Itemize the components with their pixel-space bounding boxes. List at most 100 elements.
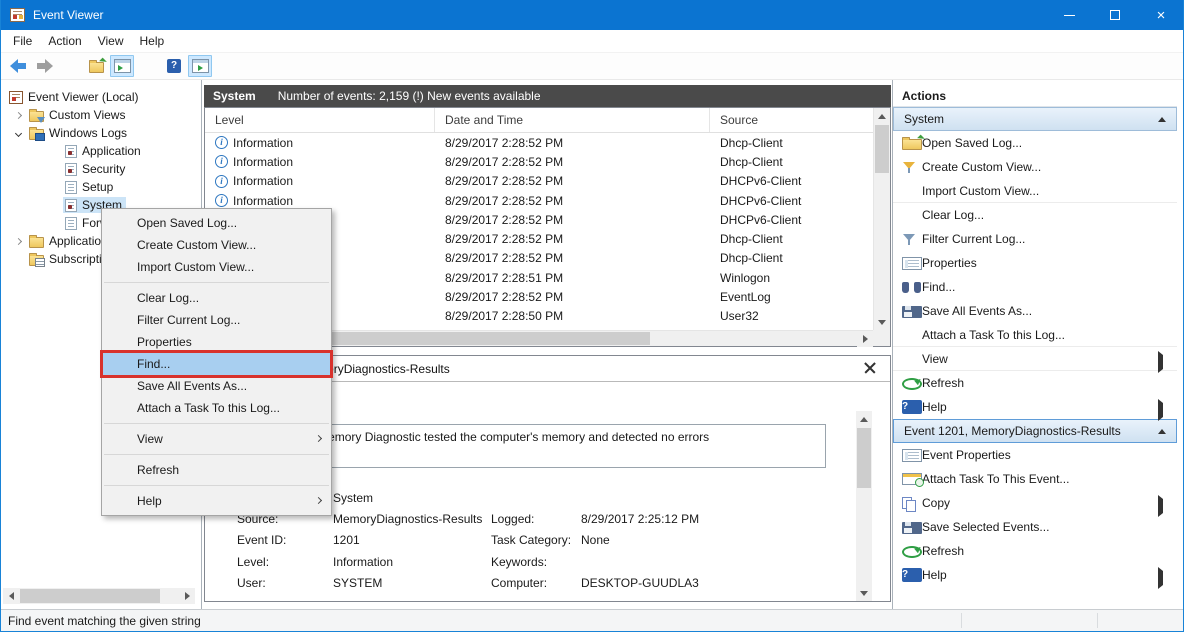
event-row[interactable]: Information 8/29/2017 2:28:52 PM Dhcp-Cl… xyxy=(205,133,873,152)
context-menu-item[interactable] xyxy=(102,481,331,490)
menu-item-label: Open Saved Log... xyxy=(137,216,237,230)
menubar-item[interactable]: File xyxy=(5,31,40,51)
context-menu-item[interactable]: Save All Events As... xyxy=(102,375,331,397)
actions-section-system[interactable]: System xyxy=(893,107,1177,131)
context-menu-item[interactable]: Refresh xyxy=(102,459,331,481)
event-row[interactable]: Information 8/29/2017 2:28:52 PM DHCPv6-… xyxy=(205,172,873,191)
tree-horizontal-scrollbar[interactable] xyxy=(3,588,195,604)
forward-button[interactable] xyxy=(32,55,56,77)
scrollbar-thumb[interactable] xyxy=(857,428,871,488)
tree-expander[interactable] xyxy=(9,131,27,136)
maximize-button[interactable] xyxy=(1092,0,1138,30)
context-menu-item[interactable]: Open Saved Log... xyxy=(102,212,331,234)
collapse-icon[interactable] xyxy=(1158,429,1166,434)
minimize-button[interactable] xyxy=(1046,0,1092,30)
scroll-up-icon[interactable] xyxy=(874,108,890,124)
menu-item-label: Properties xyxy=(137,335,192,349)
scroll-right-icon[interactable] xyxy=(179,588,195,604)
action-item[interactable]: Save Selected Events... xyxy=(893,515,1177,539)
context-menu-item[interactable]: Attach a Task To this Log... xyxy=(102,397,331,419)
action-item[interactable]: View xyxy=(893,347,1177,371)
table-vertical-scrollbar[interactable] xyxy=(873,108,890,330)
tree-item-icon xyxy=(65,163,77,176)
action-icon xyxy=(902,139,922,150)
action-icon xyxy=(902,449,922,462)
action-item[interactable]: Event Properties xyxy=(893,443,1177,467)
action-item[interactable]: Help xyxy=(893,563,1177,587)
action-icon xyxy=(902,497,922,510)
action-label: Open Saved Log... xyxy=(922,136,1022,150)
scrollbar-thumb[interactable] xyxy=(875,125,889,173)
toolbar-icon xyxy=(167,59,181,73)
scroll-down-icon[interactable] xyxy=(874,314,890,330)
column-header-level[interactable]: Level xyxy=(205,108,435,132)
action-item[interactable]: Clear Log... xyxy=(893,203,1177,227)
action-label: Create Custom View... xyxy=(922,160,1041,174)
action-item[interactable]: Copy xyxy=(893,491,1177,515)
column-header-source[interactable]: Source xyxy=(710,108,873,132)
context-menu-item[interactable]: Import Custom View... xyxy=(102,256,331,278)
log-name: System xyxy=(213,89,256,103)
event-source: DHCPv6-Client xyxy=(720,194,801,208)
collapse-icon[interactable] xyxy=(1158,117,1166,122)
scroll-right-icon[interactable] xyxy=(857,331,873,347)
action-icon xyxy=(902,568,922,582)
tree-item[interactable]: Security xyxy=(1,160,201,178)
scroll-left-icon[interactable] xyxy=(3,588,19,604)
action-item[interactable]: Properties xyxy=(893,251,1177,275)
tree-expander[interactable] xyxy=(9,239,27,244)
context-menu-item[interactable]: Create Custom View... xyxy=(102,234,331,256)
toolbar-button[interactable] xyxy=(136,55,160,77)
context-menu-item[interactable]: Help xyxy=(102,490,331,512)
action-item[interactable]: Filter Current Log... xyxy=(893,227,1177,251)
show-hide-action-pane-button[interactable] xyxy=(188,55,212,77)
tree-item[interactable]: Windows Logs xyxy=(1,124,201,142)
details-vertical-scrollbar[interactable] xyxy=(856,411,872,601)
field-label: Computer: xyxy=(491,576,581,590)
context-menu-item[interactable]: Filter Current Log... xyxy=(102,309,331,331)
menubar-item[interactable]: Help xyxy=(132,31,173,51)
show-hide-console-tree-button[interactable] xyxy=(110,55,134,77)
log-event-count: Number of events: 2,159 (!) New events a… xyxy=(278,89,541,103)
action-item[interactable]: Help xyxy=(893,395,1177,419)
action-item[interactable]: Create Custom View... xyxy=(893,155,1177,179)
help-button[interactable] xyxy=(162,55,186,77)
context-menu-item[interactable]: View xyxy=(102,428,331,450)
event-source: Dhcp-Client xyxy=(720,232,783,246)
table-header-row: Level Date and Time Source xyxy=(205,108,873,133)
tree-item[interactable]: Setup xyxy=(1,178,201,196)
action-item[interactable]: Refresh xyxy=(893,371,1177,395)
toolbar-icon xyxy=(114,59,131,73)
context-menu-item[interactable] xyxy=(102,450,331,459)
tree-item[interactable]: Event Viewer (Local) xyxy=(1,88,201,106)
scroll-down-icon[interactable] xyxy=(856,585,872,601)
context-menu-item[interactable]: Clear Log... xyxy=(102,287,331,309)
tree-item[interactable]: Custom Views xyxy=(1,106,201,124)
context-menu-item[interactable] xyxy=(102,278,331,287)
close-button[interactable]: × xyxy=(1138,0,1184,30)
scroll-up-icon[interactable] xyxy=(856,411,872,427)
scrollbar-thumb[interactable] xyxy=(20,589,160,603)
tree-expander[interactable] xyxy=(9,113,27,118)
action-item[interactable]: Refresh xyxy=(893,539,1177,563)
event-source: Winlogon xyxy=(720,271,770,285)
actions-section-event[interactable]: Event 1201, MemoryDiagnostics-Results xyxy=(893,419,1177,443)
back-button[interactable] xyxy=(6,55,30,77)
action-item[interactable]: Open Saved Log... xyxy=(893,131,1177,155)
title-bar: Event Viewer × xyxy=(0,0,1184,30)
action-item[interactable]: Attach a Task To this Log... xyxy=(893,323,1177,347)
action-item[interactable]: Attach Task To This Event... xyxy=(893,467,1177,491)
tree-item[interactable]: Application xyxy=(1,142,201,160)
action-icon xyxy=(902,378,922,390)
column-header-date-time[interactable]: Date and Time xyxy=(435,108,710,132)
action-item[interactable]: Import Custom View... xyxy=(893,179,1177,203)
menubar-item[interactable]: View xyxy=(90,31,132,51)
toolbar-button[interactable] xyxy=(58,55,82,77)
menubar-item[interactable]: Action xyxy=(40,31,89,51)
context-menu-item[interactable] xyxy=(102,419,331,428)
details-close-button[interactable] xyxy=(864,362,878,376)
open-saved-log-button[interactable] xyxy=(84,55,108,77)
action-item[interactable]: Save All Events As... xyxy=(893,299,1177,323)
action-item[interactable]: Find... xyxy=(893,275,1177,299)
event-row[interactable]: Information 8/29/2017 2:28:52 PM Dhcp-Cl… xyxy=(205,152,873,171)
